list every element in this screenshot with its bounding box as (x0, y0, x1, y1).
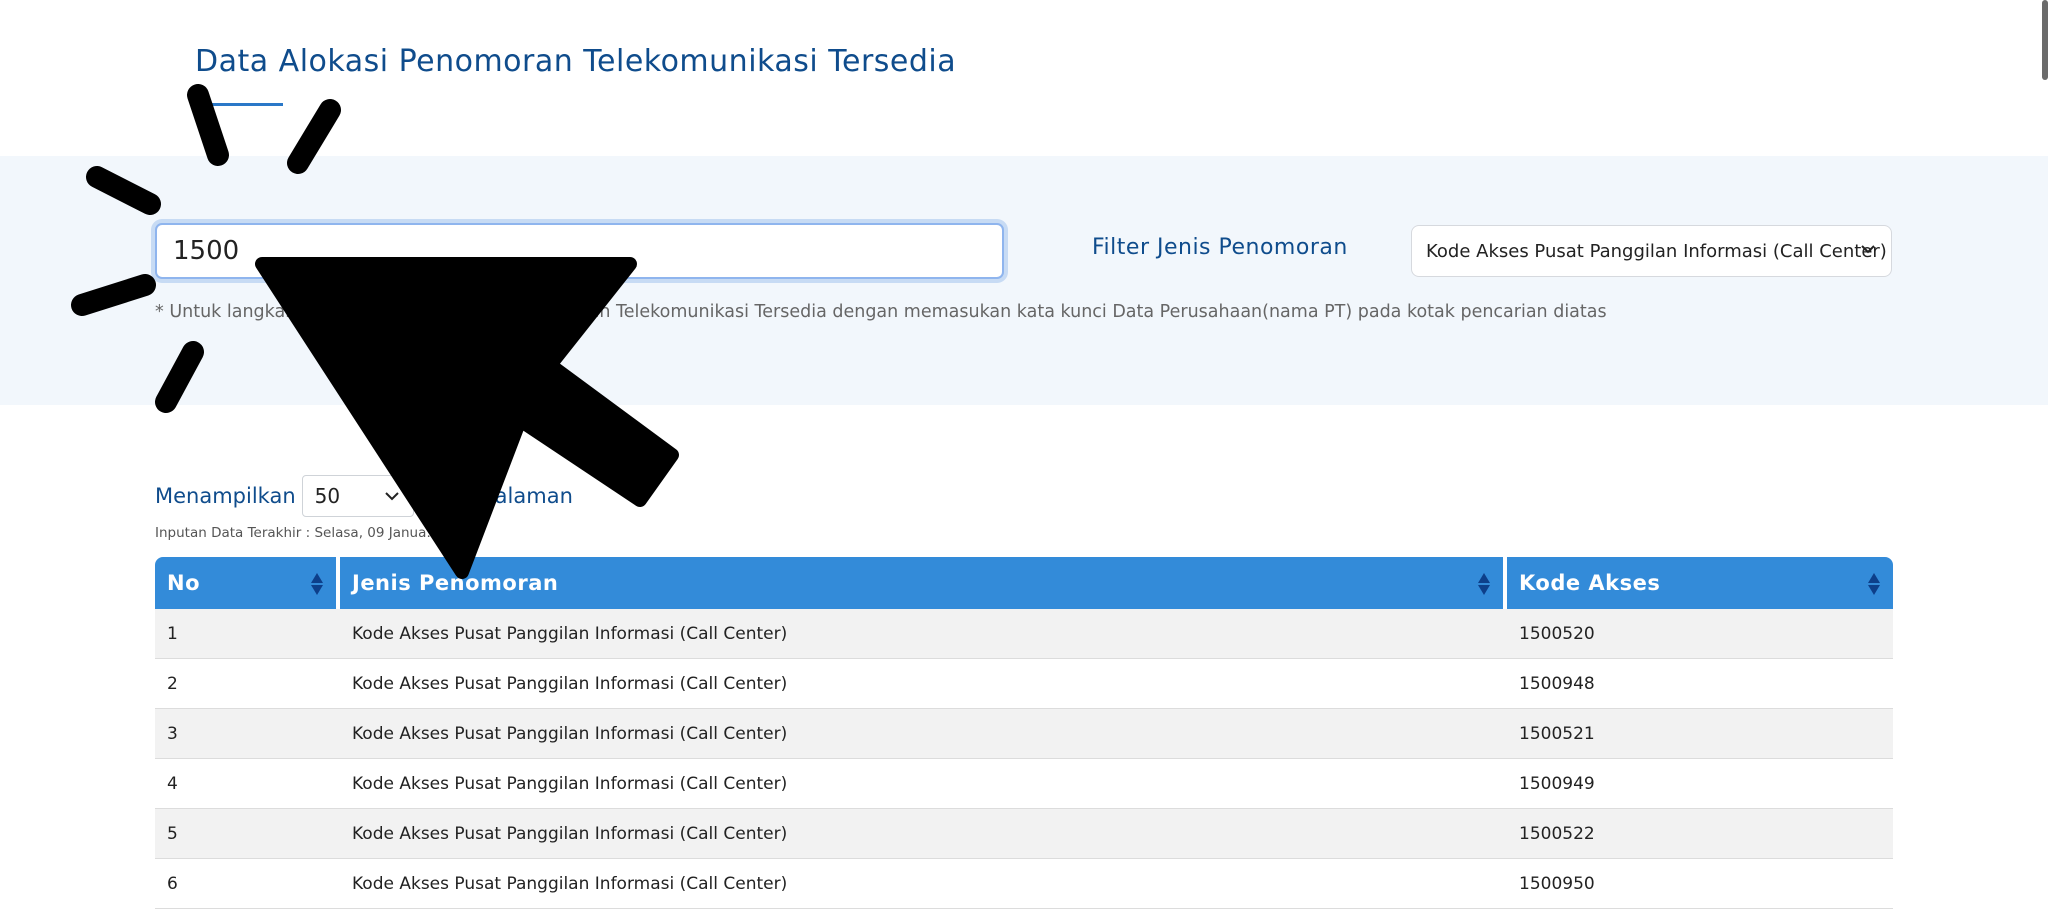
filter-jenis-select[interactable]: Kode Akses Pusat Panggilan Informasi (Ca… (1411, 225, 1892, 277)
cell-jenis: Kode Akses Pusat Panggilan Informasi (Ca… (340, 759, 1507, 809)
per-page-suffix: …er Halaman (429, 484, 573, 508)
cell-no: 3 (155, 709, 340, 759)
cell-kode: 1500521 (1507, 709, 1893, 759)
per-page-select[interactable]: 50 (301, 475, 414, 517)
cell-kode: 1500948 (1507, 659, 1893, 709)
search-hint: * Untuk langkah… mencari Data Alokasi Pe… (155, 302, 1607, 322)
cell-jenis: Kode Akses Pusat Panggilan Informasi (Ca… (340, 859, 1507, 909)
table-row: 1 Kode Akses Pusat Panggilan Informasi (… (155, 609, 1893, 659)
search-input[interactable] (155, 223, 1004, 279)
cell-jenis: Kode Akses Pusat Panggilan Informasi (Ca… (340, 609, 1507, 659)
chevron-down-icon (384, 492, 399, 501)
cell-kode: 1500950 (1507, 859, 1893, 909)
table-row: 3 Kode Akses Pusat Panggilan Informasi (… (155, 709, 1893, 759)
filter-selected-value: Kode Akses Pusat Panggilan Informasi (Ca… (1426, 240, 1887, 262)
table-row: 5 Kode Akses Pusat Panggilan Informasi (… (155, 809, 1893, 859)
table-row: 2 Kode Akses Pusat Panggilan Informasi (… (155, 659, 1893, 709)
chevron-down-icon (1861, 245, 1875, 254)
header-jenis-penomoran[interactable]: Jenis Penomoran (340, 557, 1507, 609)
header-no[interactable]: No (155, 557, 340, 609)
search-section (0, 156, 2048, 405)
cell-no: 5 (155, 809, 340, 859)
filter-label: Filter Jenis Penomoran (1092, 235, 1348, 260)
header-kode-akses[interactable]: Kode Akses (1507, 557, 1893, 609)
cell-jenis: Kode Akses Pusat Panggilan Informasi (Ca… (340, 709, 1507, 759)
scrollbar-thumb[interactable] (2042, 0, 2048, 80)
sort-icon (1868, 573, 1880, 595)
data-table: No Jenis Penomoran Kode Akses 1 Kode Aks… (155, 557, 1893, 909)
sort-icon (1478, 573, 1490, 595)
cell-no: 1 (155, 609, 340, 659)
cell-kode: 1500522 (1507, 809, 1893, 859)
table-row: 6 Kode Akses Pusat Panggilan Informasi (… (155, 859, 1893, 909)
cell-no: 4 (155, 759, 340, 809)
per-page-control: Menampilkan 50 …er Halaman (155, 475, 573, 517)
table-row: 4 Kode Akses Pusat Panggilan Informasi (… (155, 759, 1893, 809)
table-header-row: No Jenis Penomoran Kode Akses (155, 557, 1893, 609)
cell-jenis: Kode Akses Pusat Panggilan Informasi (Ca… (340, 809, 1507, 859)
page-title: Data Alokasi Penomoran Telekomunikasi Te… (195, 44, 957, 79)
cell-jenis: Kode Akses Pusat Panggilan Informasi (Ca… (340, 659, 1507, 709)
sort-icon (311, 573, 323, 595)
cell-no: 2 (155, 659, 340, 709)
cell-no: 6 (155, 859, 340, 909)
last-input-date: Inputan Data Terakhir : Selasa, 09 Janua… (155, 525, 453, 541)
show-label: Menampilkan (155, 484, 296, 508)
title-underline (205, 103, 283, 106)
per-page-value: 50 (314, 484, 341, 508)
cell-kode: 1500949 (1507, 759, 1893, 809)
cell-kode: 1500520 (1507, 609, 1893, 659)
